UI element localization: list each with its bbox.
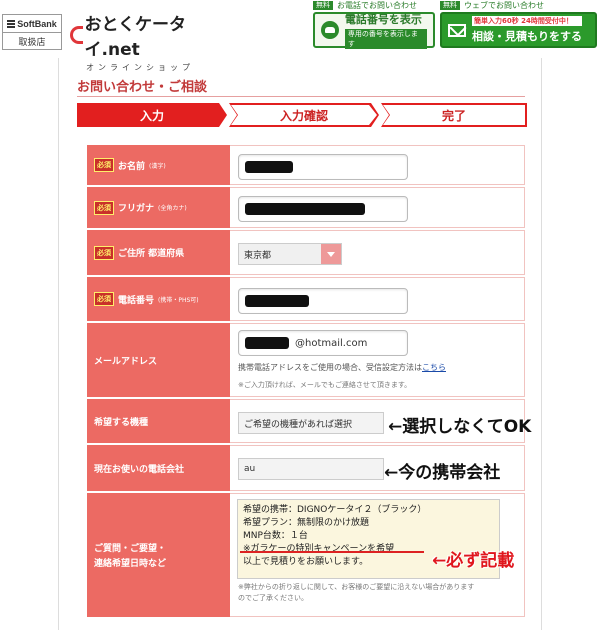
phone-label: 必須 電話番号 (携帯・PHS可)	[87, 277, 230, 321]
page-title: お問い合わせ・ご相談	[77, 80, 208, 95]
email-settings-link[interactable]: こちら	[422, 363, 446, 372]
row-email: メールアドレス @hotmail.com 携帯電話アドレスをご使用の場合、受信設…	[87, 323, 525, 399]
row-name: 必須 お名前 (漢字)	[87, 145, 525, 187]
redacted-value	[245, 203, 365, 215]
kana-label: 必須 フリガナ (全角カナ)	[87, 187, 230, 228]
softbank-badge: SoftBank 取扱店	[2, 14, 62, 50]
question-label: ご質問・ご要望・ 連絡希望日時など	[87, 493, 230, 617]
mail-icon	[448, 23, 466, 37]
step-confirm: 入力確認	[229, 103, 379, 127]
softbank-dealer-label: 取扱店	[18, 36, 46, 47]
row-address: 必須 ご住所 都道府県 東京都	[87, 230, 525, 277]
carrier-select[interactable]: au	[238, 458, 384, 480]
web-tag-label: ウェブでお問い合わせ	[464, 0, 544, 10]
redacted-value	[245, 337, 289, 349]
phone-inquiry-button[interactable]: 無料 お電話でお問い合わせ 電話番号を表示 専用の番号を表示します	[313, 0, 435, 50]
required-badge: 必須	[94, 158, 114, 172]
chevron-down-icon	[321, 244, 341, 264]
question-note-1: ※弊社からの折り返しに関して、お客様のご要望に沿えない場合があります	[238, 583, 475, 591]
campaign-underline	[240, 551, 424, 553]
phone-button-title: 電話番号を表示	[344, 13, 422, 26]
annotation-question: ←必ず記載	[432, 551, 515, 571]
step-complete: 完了	[381, 103, 527, 127]
site-logo[interactable]: おとくケータイ.net オンラインショップ	[70, 10, 220, 72]
phone-input[interactable]	[238, 288, 408, 314]
row-kana: 必須 フリガナ (全角カナ)	[87, 187, 525, 230]
phone-button-sub: 専用の番号を表示します	[344, 29, 427, 49]
step-indicator: 入力 入力確認 完了	[77, 103, 527, 127]
row-phone: 必須 電話番号 (携帯・PHS可)	[87, 277, 525, 323]
question-line: MNP台数：１台	[243, 531, 308, 541]
required-badge: 必須	[94, 292, 114, 306]
kana-input[interactable]	[238, 196, 408, 222]
model-label: 希望する機種	[87, 399, 230, 443]
phone-icon	[321, 21, 339, 39]
redacted-value	[245, 161, 293, 173]
question-line: 希望プラン：無制限のかけ放題	[243, 518, 370, 528]
carrier-label: 現在お使いの電話会社	[87, 445, 230, 491]
email-note: 携帯電話アドレスをご使用の場合、受信設定方法はこちら	[238, 363, 446, 372]
web-inquiry-button[interactable]: 無料 ウェブでお問い合わせ 簡単入力60秒 24時間受付中！ 相談・見積もりをする	[440, 0, 597, 50]
step-input: 入力	[77, 103, 227, 127]
question-note-2: のでご了承ください。	[238, 594, 308, 602]
question-line: 希望の携帯：DIGNOケータイ２（ブラック）	[243, 505, 427, 515]
email-note-2: ※ご入力頂ければ、メールでもご連絡させて頂きます。	[238, 381, 412, 389]
annotation-model: ←選択しなくてOK	[388, 417, 532, 437]
phone-tag-label: お電話でお問い合わせ	[337, 0, 417, 10]
prefecture-select[interactable]: 東京都	[238, 243, 342, 265]
address-label: 必須 ご住所 都道府県	[87, 230, 230, 275]
required-badge: 必須	[94, 200, 114, 215]
name-input[interactable]	[238, 154, 408, 180]
email-input[interactable]: @hotmail.com	[238, 330, 408, 356]
email-label: メールアドレス	[87, 323, 230, 397]
free-badge: 無料	[440, 0, 460, 10]
logo-mark-icon	[70, 26, 83, 44]
softbank-label: SoftBank	[17, 18, 57, 29]
redacted-value	[245, 295, 309, 307]
web-button-badge: 簡単入力60秒 24時間受付中！	[472, 16, 582, 26]
free-badge: 無料	[313, 0, 333, 10]
softbank-logo-icon	[7, 19, 16, 28]
required-badge: 必須	[94, 245, 114, 260]
annotation-carrier: ←今の携帯会社	[384, 463, 501, 483]
name-label: 必須 お名前 (漢字)	[87, 145, 230, 185]
title-divider	[77, 96, 525, 97]
logo-text: おとくケータイ.net	[84, 15, 187, 60]
model-select[interactable]: ご希望の機種があれば選択	[238, 412, 384, 434]
site-header: SoftBank 取扱店 おとくケータイ.net オンラインショップ 無料 お電話…	[0, 0, 599, 72]
web-button-title: 相談・見積もりをする	[472, 30, 582, 43]
